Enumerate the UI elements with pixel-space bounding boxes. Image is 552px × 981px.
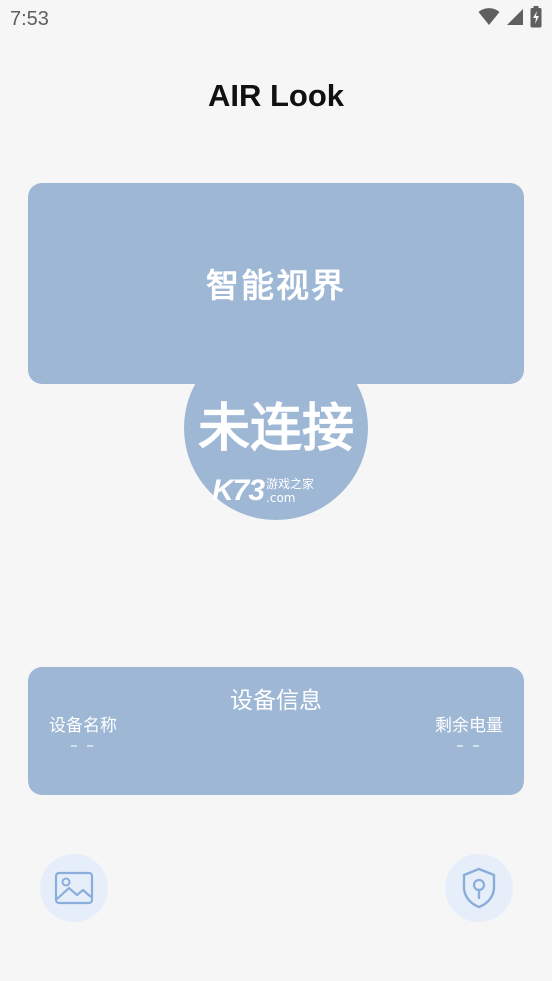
battery-charging-icon: [530, 6, 542, 28]
battery-label: 剩余电量: [435, 716, 503, 736]
device-name-label: 设备名称: [49, 716, 117, 736]
status-bar: 7:53: [0, 0, 552, 38]
connection-status-text: 未连接: [197, 398, 354, 459]
app-title: AIR Look: [207, 78, 345, 113]
watermark-logo: K73 游戏之家 .com: [212, 474, 314, 508]
image-gallery-icon: [54, 871, 94, 905]
wifi-icon: [478, 8, 500, 25]
status-time: 7:53: [10, 8, 49, 30]
status-icons: [478, 6, 542, 28]
security-button[interactable]: [445, 854, 513, 922]
watermark-main: K73: [212, 474, 265, 507]
battery-value: – –: [456, 736, 482, 754]
device-info-title: 设备信息: [230, 688, 322, 714]
watermark-side: 游戏之家 .com: [266, 478, 314, 504]
device-info-card: 设备信息 设备名称 – – 剩余电量 – –: [28, 667, 524, 795]
watermark-domain: .com: [266, 491, 296, 505]
device-name-block: 设备名称 – –: [46, 711, 120, 754]
cellular-signal-icon: [507, 9, 523, 25]
gallery-button[interactable]: [40, 854, 108, 922]
battery-block: 剩余电量 – –: [432, 711, 506, 754]
watermark-cn: 游戏之家: [266, 477, 315, 491]
device-name-value: – –: [70, 736, 96, 754]
shield-key-icon: [462, 867, 496, 909]
smart-vision-title: 智能视界: [206, 265, 346, 305]
